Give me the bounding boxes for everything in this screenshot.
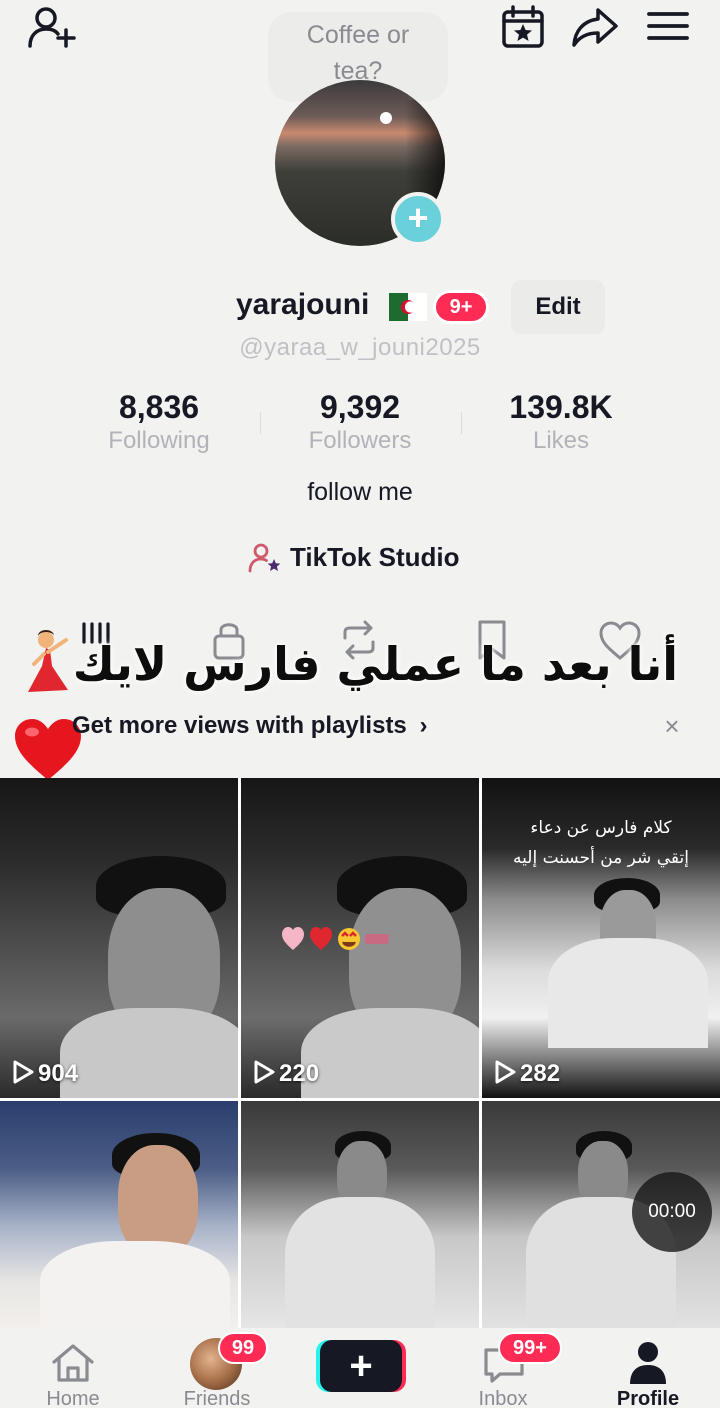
nav-label: Inbox <box>478 1388 528 1408</box>
stat-followers[interactable]: 9,392 Followers <box>260 388 460 456</box>
algeria-flag-icon <box>389 293 427 321</box>
view-count: 904 <box>12 1060 78 1088</box>
nav-label: Friends <box>183 1388 251 1408</box>
bio: follow me <box>307 478 413 506</box>
notification-badge[interactable]: 9+ <box>433 290 489 324</box>
create-post-button[interactable]: + <box>320 1340 402 1392</box>
inbox-badge: 99+ <box>498 1332 562 1364</box>
close-icon[interactable]: × <box>658 712 686 740</box>
share-arrow-icon[interactable] <box>570 4 620 50</box>
view-count-text: 220 <box>279 1060 320 1087</box>
avatar-note-dot <box>380 112 392 124</box>
view-count: 282 <box>494 1060 560 1088</box>
nav-friends[interactable]: 99 Friends <box>160 1328 274 1408</box>
video-grid: 904 220 كلام فارس عن دعاء إتقي شر من أحس… <box>0 778 720 1328</box>
video-thumbnail[interactable]: كلام فارس عن دعاء إتقي شر من أحسنت إليه … <box>482 778 720 1098</box>
playlist-promo-text: Get more views with playlists <box>72 712 407 739</box>
note-line-1: Coffee or <box>306 21 410 49</box>
home-icon <box>52 1344 94 1382</box>
view-count-text: 904 <box>38 1060 79 1087</box>
nav-home[interactable]: Home <box>20 1328 126 1408</box>
stat-value: 9,392 <box>319 389 401 425</box>
user-handle: @yaraa_w_jouni2025 <box>0 334 720 362</box>
view-count: 220 <box>253 1060 319 1088</box>
nav-label: Profile <box>616 1388 680 1408</box>
stat-label: Following <box>108 427 210 454</box>
emoji-overlay <box>281 926 391 957</box>
friends-badge: 99 <box>218 1332 268 1364</box>
studio-label: TikTok Studio <box>290 542 460 572</box>
handle-text: @yaraa_w_jouni2025 <box>239 334 481 361</box>
play-icon <box>13 1060 34 1084</box>
add-story-plus-icon[interactable]: + <box>391 192 445 246</box>
username: yarajouni <box>236 288 370 321</box>
stat-label: Followers <box>308 427 412 454</box>
stat-likes[interactable]: 139.8K Likes <box>461 388 661 456</box>
bottom-nav: Home 99 Friends + 99+ Inbox Profile <box>0 1328 720 1408</box>
floating-timer[interactable]: 00:00 <box>632 1172 712 1252</box>
nav-inbox[interactable]: 99+ Inbox <box>448 1328 562 1408</box>
calendar-star-icon[interactable] <box>500 4 546 50</box>
nav-label: Home <box>46 1388 100 1408</box>
video-caption-line-2: إتقي شر من أحسنت إليه <box>513 848 689 868</box>
video-caption-line-1: كلام فارس عن دعاء <box>530 818 672 838</box>
play-icon <box>254 1060 275 1084</box>
plus-icon: + <box>349 1344 373 1388</box>
view-count-text: 282 <box>520 1060 561 1087</box>
nav-profile[interactable]: Profile <box>596 1328 700 1408</box>
video-thumbnail[interactable]: 220 <box>241 778 479 1098</box>
studio-user-star-icon <box>248 543 281 573</box>
profile-icon <box>630 1342 666 1384</box>
video-thumbnail[interactable]: 904 <box>0 778 238 1098</box>
play-icon <box>495 1060 516 1084</box>
stat-following[interactable]: 8,836 Following <box>59 388 259 456</box>
video-thumbnail[interactable] <box>0 1101 238 1328</box>
overlay-caption: أنا بعد ما عملي فارس لايك <box>72 637 678 691</box>
playlist-promo[interactable]: Get more views with playlists › <box>72 712 427 740</box>
edit-profile-button[interactable]: Edit <box>511 280 605 334</box>
video-thumbnail[interactable] <box>241 1101 479 1328</box>
chevron-right-icon: › <box>419 712 428 739</box>
stat-label: Likes <box>532 427 590 454</box>
hamburger-menu-icon[interactable] <box>645 6 691 46</box>
stat-value: 139.8K <box>509 389 613 425</box>
stat-value: 8,836 <box>118 389 200 425</box>
add-user-icon[interactable] <box>26 4 78 48</box>
